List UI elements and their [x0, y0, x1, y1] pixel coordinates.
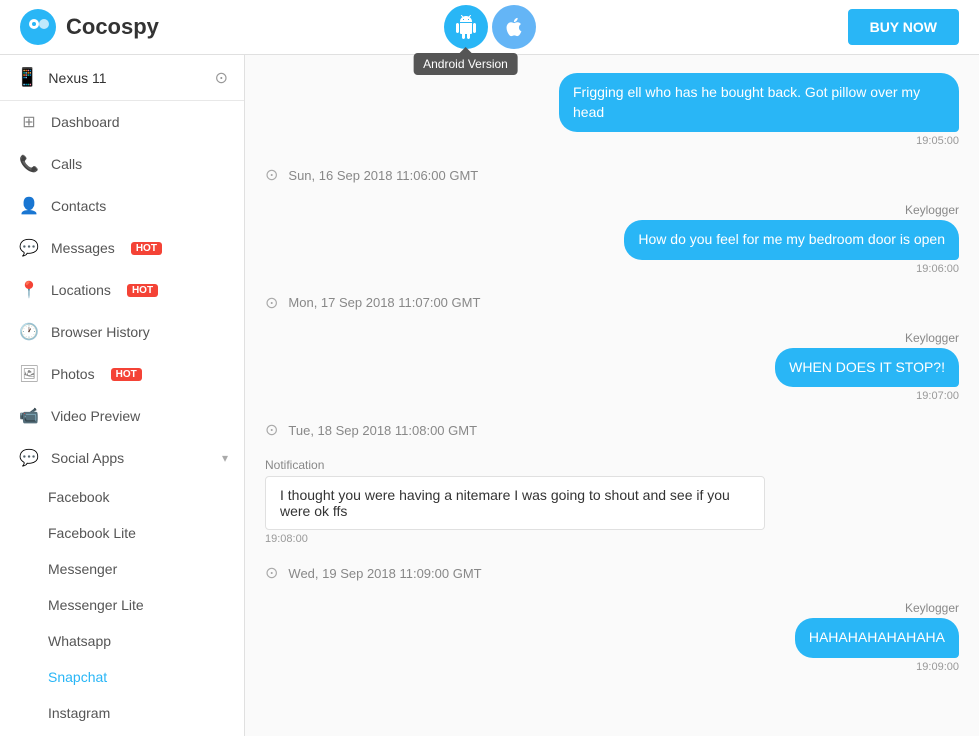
date-separator: ⊙ Sun, 16 Sep 2018 11:06:00 GMT	[265, 155, 959, 195]
message-time: 19:09:00	[916, 661, 959, 673]
android-tooltip: Android Version	[413, 53, 518, 75]
header-center: Android Version	[444, 5, 536, 49]
chat-container: Frigging ell who has he bought back. Got…	[245, 55, 979, 691]
date-label: Wed, 19 Sep 2018 11:09:00 GMT	[288, 566, 481, 581]
logo-area: Cocospy	[20, 9, 159, 45]
device-icon: 📱	[16, 67, 38, 88]
device-left: 📱 Nexus 11	[16, 67, 107, 88]
sidebar-item-label: Video Preview	[51, 408, 140, 424]
sidebar-item-label: Dashboard	[51, 114, 120, 130]
sidebar-item-messages[interactable]: 💬 Messages HOT	[0, 227, 244, 269]
sidebar-item-label: Photos	[51, 366, 95, 382]
date-separator: ⊙ Tue, 18 Sep 2018 11:08:00 GMT	[265, 410, 959, 450]
sidebar-item-messenger[interactable]: Messenger	[0, 551, 244, 587]
logo-icon	[20, 9, 56, 45]
sidebar-item-label: Browser History	[51, 324, 150, 340]
logo-text: Cocospy	[66, 14, 159, 40]
sidebar-item-whatsapp[interactable]: Whatsapp	[0, 623, 244, 659]
chevron-down-icon: ⊙	[265, 563, 278, 583]
messages-icon: 💬	[19, 238, 39, 258]
date-label: Sun, 16 Sep 2018 11:06:00 GMT	[288, 168, 478, 183]
sidebar-item-calls[interactable]: 📞 Calls	[0, 143, 244, 185]
bubble-right: HAHAHAHAHAHAHA	[795, 618, 959, 658]
sidebar-item-snapchat[interactable]: Snapchat	[0, 659, 244, 695]
sidebar-item-social-apps[interactable]: 💬 Social Apps ▾	[0, 437, 244, 479]
main-layout: 📱 Nexus 11 ⊙ ⊞ Dashboard 📞 Calls 👤 Conta…	[0, 55, 979, 736]
message-time: 19:07:00	[916, 390, 959, 402]
sidebar-item-label: Contacts	[51, 198, 106, 214]
notification-block: Notification I thought you were having a…	[265, 458, 959, 545]
sidebar-item-facebook[interactable]: Facebook	[0, 479, 244, 515]
sidebar-item-messenger-lite[interactable]: Messenger Lite	[0, 587, 244, 623]
message-sender: Keylogger	[905, 203, 959, 217]
chevron-down-icon: ⊙	[265, 420, 278, 440]
message-row: Keylogger How do you feel for me my bedr…	[265, 203, 959, 275]
social-apps-icon: 💬	[19, 448, 39, 468]
calls-icon: 📞	[19, 154, 39, 174]
contacts-icon: 👤	[19, 196, 39, 216]
sidebar-item-dashboard[interactable]: ⊞ Dashboard	[0, 101, 244, 143]
chevron-down-icon: ⊙	[265, 293, 278, 313]
sidebar-item-instagram[interactable]: Instagram	[0, 695, 244, 731]
sidebar-item-browser-history[interactable]: 🕐 Browser History	[0, 311, 244, 353]
message-time: 19:06:00	[916, 263, 959, 275]
date-separator: ⊙ Mon, 17 Sep 2018 11:07:00 GMT	[265, 283, 959, 323]
message-time: 19:05:00	[916, 135, 959, 147]
buy-button[interactable]: BUY NOW	[848, 9, 959, 45]
device-name: Nexus 11	[48, 70, 106, 86]
chevron-down-icon: ⊙	[265, 165, 278, 185]
android-icon[interactable]: Android Version	[444, 5, 488, 49]
social-apps-submenu: Facebook Facebook Lite Messenger Messeng…	[0, 479, 244, 736]
locations-icon: 📍	[19, 280, 39, 300]
notification-bubble: I thought you were having a nitemare I w…	[265, 476, 765, 530]
sidebar-item-skype[interactable]: Skype	[0, 731, 244, 736]
message-row: Keylogger HAHAHAHAHAHAHA 19:09:00	[265, 601, 959, 673]
message-row: Keylogger WHEN DOES IT STOP?! 19:07:00	[265, 331, 959, 403]
sidebar-item-label: Social Apps	[51, 450, 124, 466]
device-row[interactable]: 📱 Nexus 11 ⊙	[0, 55, 244, 101]
sidebar-item-contacts[interactable]: 👤 Contacts	[0, 185, 244, 227]
photos-icon: 🖼	[19, 364, 39, 384]
top-header: Cocospy Android Version BUY NOW	[0, 0, 979, 55]
photos-hot-badge: HOT	[111, 368, 142, 381]
social-apps-chevron-icon: ▾	[222, 451, 228, 465]
date-label: Mon, 17 Sep 2018 11:07:00 GMT	[288, 295, 480, 310]
sidebar-item-locations[interactable]: 📍 Locations HOT	[0, 269, 244, 311]
sidebar-item-label: Calls	[51, 156, 82, 172]
sidebar-item-label: Locations	[51, 282, 111, 298]
content-area: Frigging ell who has he bought back. Got…	[245, 55, 979, 736]
date-separator: ⊙ Wed, 19 Sep 2018 11:09:00 GMT	[265, 553, 959, 593]
sidebar-item-label: Messages	[51, 240, 115, 256]
device-arrow-icon: ⊙	[215, 68, 228, 88]
ios-icon[interactable]	[492, 5, 536, 49]
message-sender: Keylogger	[905, 601, 959, 615]
dashboard-icon: ⊞	[19, 112, 39, 132]
messages-hot-badge: HOT	[131, 242, 162, 255]
bubble-right: How do you feel for me my bedroom door i…	[624, 220, 959, 260]
date-label: Tue, 18 Sep 2018 11:08:00 GMT	[288, 423, 477, 438]
bubble-right: WHEN DOES IT STOP?!	[775, 348, 959, 388]
sidebar-item-photos[interactable]: 🖼 Photos HOT	[0, 353, 244, 395]
sidebar-item-video-preview[interactable]: 📹 Video Preview	[0, 395, 244, 437]
message-time: 19:08:00	[265, 533, 959, 545]
locations-hot-badge: HOT	[127, 284, 158, 297]
bubble-right: Frigging ell who has he bought back. Got…	[559, 73, 959, 132]
message-sender: Keylogger	[905, 331, 959, 345]
notification-label: Notification	[265, 458, 959, 472]
partial-message: Frigging ell who has he bought back. Got…	[265, 73, 959, 147]
sidebar: 📱 Nexus 11 ⊙ ⊞ Dashboard 📞 Calls 👤 Conta…	[0, 55, 245, 736]
platform-icons: Android Version	[444, 5, 536, 49]
video-preview-icon: 📹	[19, 406, 39, 426]
sidebar-item-facebook-lite[interactable]: Facebook Lite	[0, 515, 244, 551]
browser-history-icon: 🕐	[19, 322, 39, 342]
